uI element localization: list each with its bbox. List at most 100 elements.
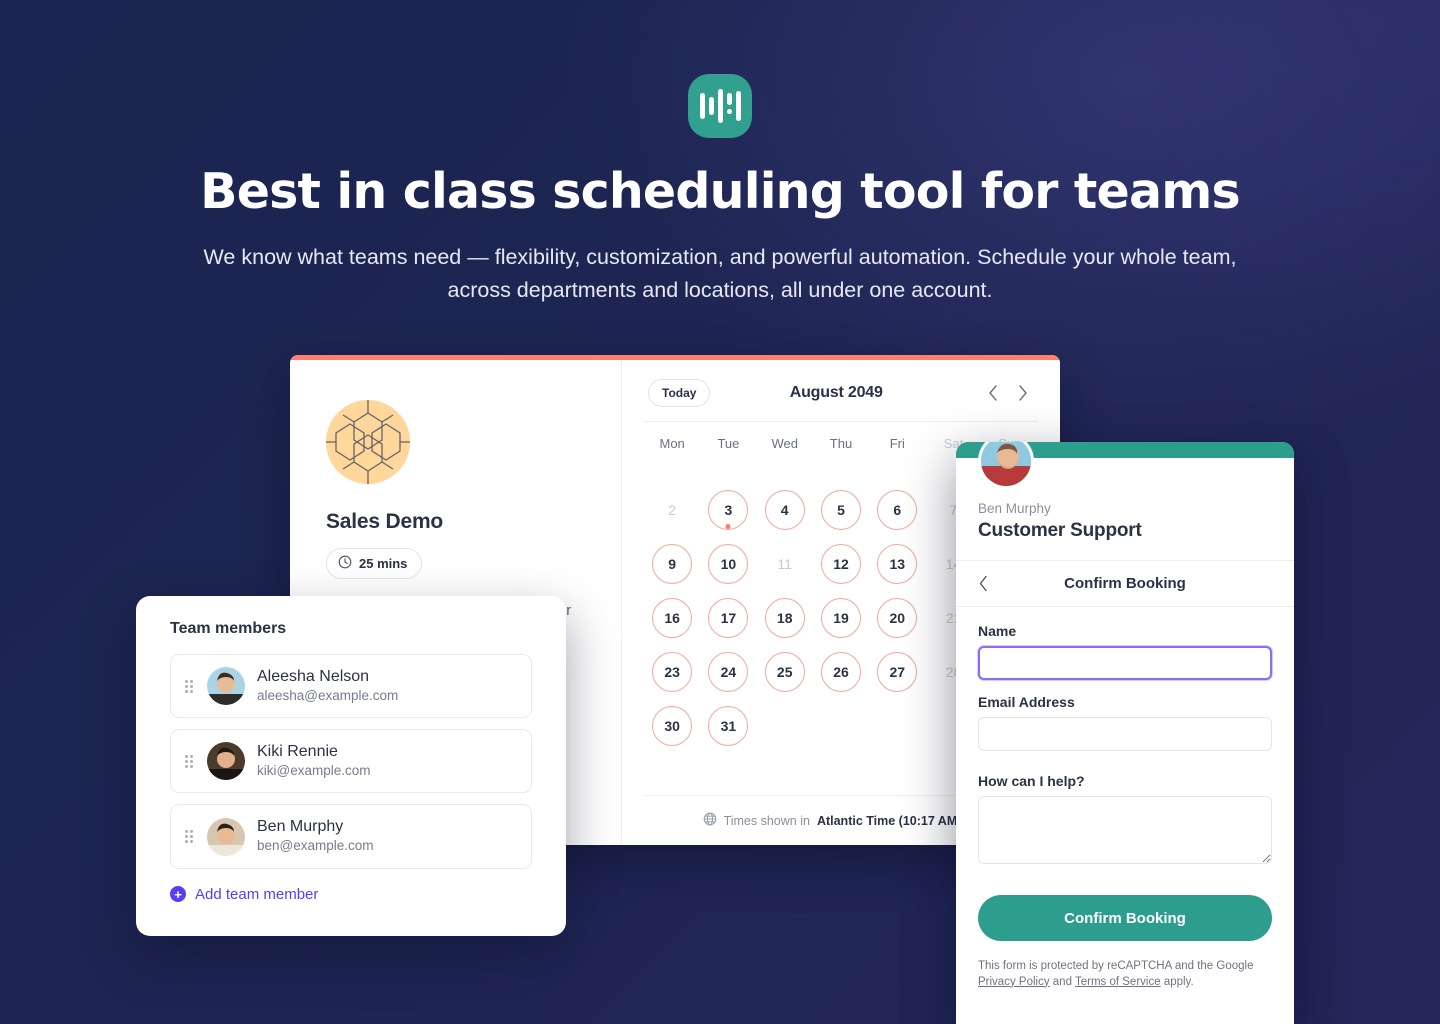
calendar-day-18[interactable]: 18	[764, 598, 805, 638]
calendar-day-cell: 27	[869, 649, 925, 695]
calendar-day-11: 11	[764, 544, 805, 584]
calendar-day-cell: 4	[757, 487, 813, 533]
event-duration-badge: 25 mins	[326, 548, 423, 579]
calendar-prev-button[interactable]	[982, 382, 1004, 404]
calendar-day-cell: 12	[813, 541, 869, 587]
email-input[interactable]	[978, 717, 1272, 751]
hero-section: Best in class scheduling tool for teams …	[0, 0, 1440, 306]
calendar-day-cell	[813, 703, 869, 749]
calendar-month-label: August 2049	[789, 384, 883, 401]
chevron-left-icon[interactable]	[978, 575, 989, 592]
logo-bar-stack	[726, 89, 732, 123]
calendar-day-30[interactable]: 30	[652, 706, 693, 746]
ben-avatar	[207, 817, 245, 856]
logo-dot	[726, 109, 732, 114]
calendar-day-cell: 25	[757, 649, 813, 695]
calendar-day-27[interactable]: 27	[877, 652, 918, 692]
calendar-day-cell: 18	[757, 595, 813, 641]
team-member-name: Ben Murphy	[257, 818, 344, 836]
today-indicator-dot	[725, 524, 731, 529]
logo-bar-1	[699, 93, 705, 119]
calendar-day-9[interactable]: 9	[652, 544, 693, 584]
event-avatar	[326, 400, 410, 484]
calendar-day-cell: 11	[757, 541, 813, 587]
event-duration-label: 25 mins	[359, 556, 408, 571]
host-avatar	[978, 442, 1034, 489]
team-member-name: Kiki Rennie	[257, 743, 338, 761]
email-field-group: Email Address	[978, 694, 1272, 751]
calendar-weekday-tue: Tue	[717, 436, 740, 451]
calendar-day-12[interactable]: 12	[820, 544, 861, 584]
calendar-day-cell: 23	[644, 649, 700, 695]
calendar-day-cell: 19	[813, 595, 869, 641]
drag-handle-icon[interactable]	[185, 679, 195, 693]
legal-and: and	[1052, 975, 1072, 988]
team-member-row[interactable]: Kiki Rennie kiki@example.com	[170, 729, 532, 794]
add-team-member-label: Add team member	[195, 885, 319, 903]
team-member-email: aleesha@example.com	[257, 688, 399, 703]
team-member-name: Aleesha Nelson	[257, 668, 370, 685]
panel-title: Customer Support	[978, 520, 1142, 541]
calendar-day-13[interactable]: 13	[877, 544, 918, 584]
name-field-label: Name	[978, 623, 1017, 639]
terms-of-service-link[interactable]: Terms of Service	[1075, 976, 1161, 988]
name-field-group: Name	[978, 623, 1272, 680]
team-member-email: kiki@example.com	[257, 763, 371, 779]
add-team-member-button[interactable]: + Add team member	[170, 886, 532, 903]
calendar-day-4[interactable]: 4	[764, 490, 805, 530]
calendar-day-cell: 9	[644, 541, 700, 587]
host-name: Ben Murphy	[978, 501, 1051, 516]
calendar-day-25[interactable]: 25	[764, 652, 805, 692]
panel-subbar: Confirm Booking	[956, 561, 1294, 607]
team-members-title: Team members	[170, 620, 287, 637]
calendar-day-31[interactable]: 31	[708, 706, 749, 746]
team-member-info: Kiki Rennie kiki@example.com	[257, 742, 370, 780]
name-input[interactable]	[978, 646, 1272, 680]
calendar-day-23[interactable]: 23	[652, 652, 693, 692]
team-member-info: Aleesha Nelson aleesha@example.com	[257, 667, 398, 705]
team-member-row[interactable]: Ben Murphy ben@example.com	[170, 804, 532, 869]
calendar-weekday-mon: Mon	[659, 436, 685, 451]
calendar-day-19[interactable]: 19	[820, 598, 861, 638]
team-member-row[interactable]: Aleesha Nelson aleesha@example.com	[170, 654, 532, 719]
logo-bar-4	[726, 93, 732, 105]
calendar-day-cell: 30	[644, 703, 700, 749]
aleesha-avatar	[207, 667, 245, 706]
team-members-card: Team members Aleesha Nelson aleesha@examp…	[136, 596, 566, 936]
message-textarea[interactable]	[978, 796, 1272, 864]
calendar-day-26[interactable]: 26	[820, 652, 861, 692]
calendar-day-cell: 26	[813, 649, 869, 695]
privacy-policy-link[interactable]: Privacy Policy	[978, 976, 1050, 988]
calendar-day-20[interactable]: 20	[877, 598, 918, 638]
calendar-day-24[interactable]: 24	[708, 652, 749, 692]
drag-handle-icon[interactable]	[185, 830, 195, 844]
calendar-day-10[interactable]: 10	[708, 544, 749, 584]
message-field-label: How can I help?	[978, 773, 1085, 789]
message-field-group: How can I help?	[978, 773, 1272, 869]
calendar-day-2: 2	[652, 490, 693, 530]
timezone-value[interactable]: Atlantic Time (10:17 AM)	[817, 814, 961, 828]
calendar-day-cell: 6	[869, 487, 925, 533]
calendar-day-cell: 20	[869, 595, 925, 641]
booking-form: Name Email Address How can I help? Confi…	[956, 607, 1294, 990]
calendar-day-cell: 17	[700, 595, 756, 641]
team-members-list: Aleesha Nelson aleesha@example.com Kiki Re…	[170, 654, 532, 869]
logo-icon	[688, 74, 752, 138]
clock-icon	[338, 555, 352, 572]
calendar-day-16[interactable]: 16	[652, 598, 693, 638]
drag-handle-icon[interactable]	[185, 754, 195, 768]
calendar-day-cell: 24	[700, 649, 756, 695]
team-member-email: ben@example.com	[257, 838, 374, 854]
confirm-booking-button[interactable]: Confirm Booking	[978, 895, 1272, 941]
globe-icon	[703, 812, 717, 829]
email-field-label: Email Address	[978, 694, 1075, 710]
calendar-day-cell: 5	[813, 487, 869, 533]
calendar-next-button[interactable]	[1012, 382, 1034, 404]
calendar-header: Today August 2049	[644, 373, 1038, 421]
calendar-day-6[interactable]: 6	[877, 490, 918, 530]
calendar-weekday-wed: Wed	[771, 436, 798, 451]
calendar-day-17[interactable]: 17	[708, 598, 749, 638]
calendar-day-5[interactable]: 5	[820, 490, 861, 530]
calendar-day-cell: 31	[700, 703, 756, 749]
calendar-weekday-fri: Fri	[889, 436, 905, 451]
